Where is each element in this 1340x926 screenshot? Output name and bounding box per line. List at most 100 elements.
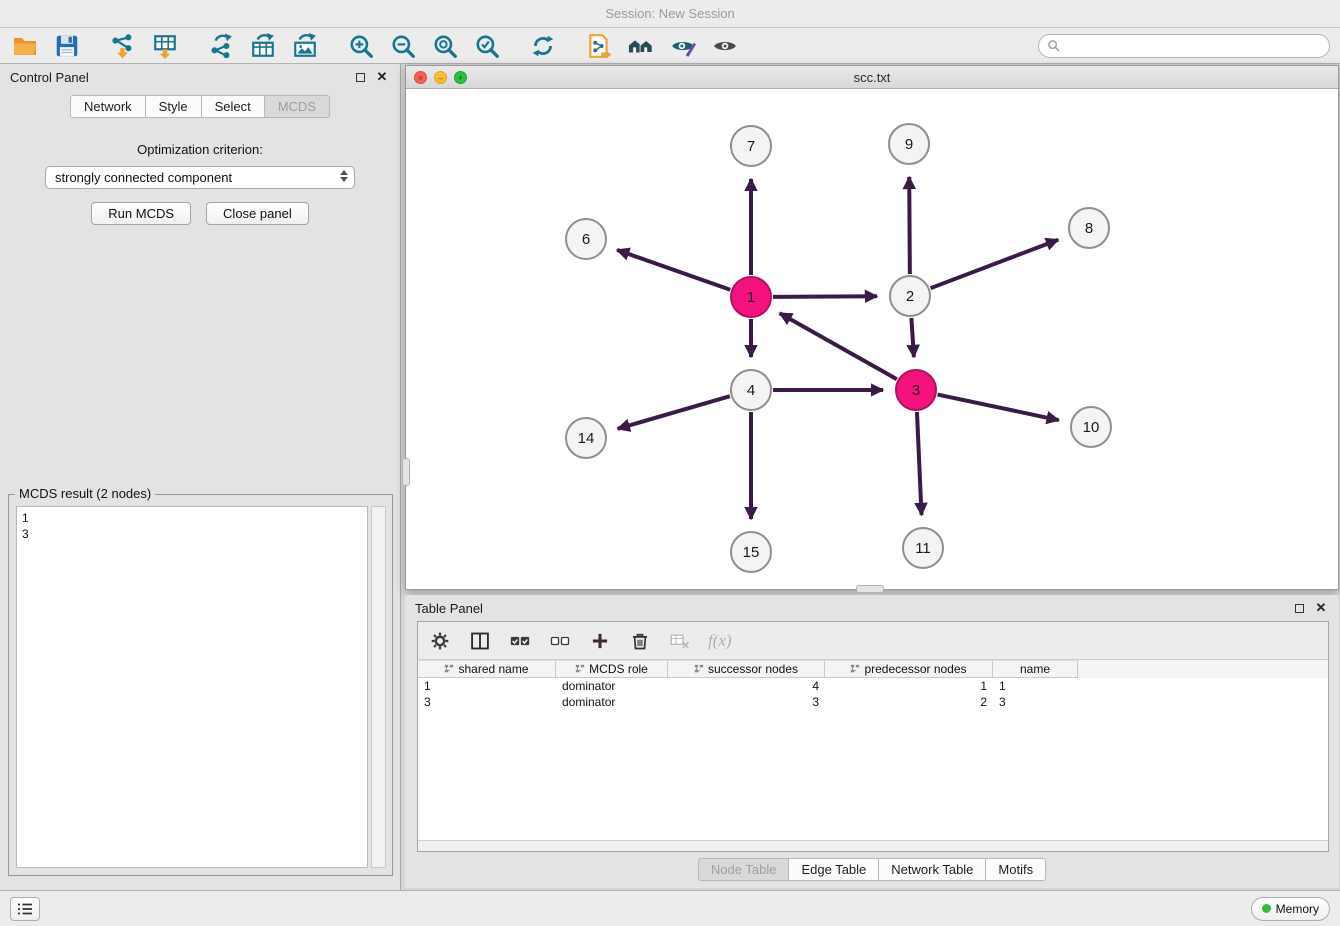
column-header-predecessor-nodes[interactable]: predecessor nodes: [825, 660, 993, 678]
import-network-button[interactable]: [108, 31, 138, 61]
network-canvas[interactable]: 7 9 6 8 1 2 4 3 14 10 15 11: [406, 89, 1338, 589]
search-field[interactable]: [1038, 34, 1330, 58]
edge-2-9[interactable]: [909, 177, 910, 274]
node-14[interactable]: 14: [566, 418, 606, 458]
splitter-grip-bottom[interactable]: [856, 585, 884, 593]
zoom-in-icon: [348, 33, 374, 59]
export-image-button[interactable]: [290, 31, 320, 61]
result-scrollbar[interactable]: [371, 506, 386, 868]
edge-4-14[interactable]: [618, 396, 730, 429]
table-horizontal-scrollbar[interactable]: [418, 840, 1328, 851]
float-panel-button[interactable]: [352, 69, 368, 85]
node-2[interactable]: 2: [890, 276, 930, 316]
export-table-button[interactable]: [248, 31, 278, 61]
table-cell[interactable]: dominator: [556, 678, 668, 694]
edge-1-2[interactable]: [773, 296, 877, 297]
tab-network-table[interactable]: Network Table: [878, 858, 986, 881]
apply-function-button[interactable]: f(x): [708, 631, 732, 651]
export-network-button[interactable]: [206, 31, 236, 61]
node-3[interactable]: 3: [896, 370, 936, 410]
show-graphics-details-button[interactable]: [668, 31, 698, 61]
mcds-result-list[interactable]: 13: [16, 506, 368, 868]
table-row[interactable]: 1dominator411: [418, 678, 1328, 694]
open-session-button[interactable]: [10, 31, 40, 61]
edge-2-8[interactable]: [931, 240, 1059, 288]
table-cell[interactable]: 1: [993, 678, 1078, 694]
memory-button[interactable]: Memory: [1251, 897, 1330, 921]
show-columns-button[interactable]: [468, 629, 492, 653]
tab-select[interactable]: Select: [201, 95, 265, 118]
node-6[interactable]: 6: [566, 219, 606, 259]
node-10[interactable]: 10: [1071, 407, 1111, 447]
clone-network-button[interactable]: [584, 31, 614, 61]
splitter-grip-left[interactable]: [402, 458, 410, 486]
eye-icon: [712, 33, 738, 59]
run-mcds-button[interactable]: Run MCDS: [91, 202, 191, 225]
export-table-icon: [250, 33, 276, 59]
memory-status-icon: [1262, 904, 1271, 913]
tab-network[interactable]: Network: [70, 95, 146, 118]
unselect-all-button[interactable]: [548, 629, 572, 653]
save-session-button[interactable]: [52, 31, 82, 61]
close-table-panel-button[interactable]: ✕: [1313, 600, 1329, 616]
zoom-fit-button[interactable]: [430, 31, 460, 61]
select-all-button[interactable]: [508, 629, 532, 653]
tab-edge-table[interactable]: Edge Table: [788, 858, 879, 881]
table-cell[interactable]: 3: [668, 694, 825, 710]
task-history-button[interactable]: [10, 897, 40, 921]
edge-3-1[interactable]: [780, 313, 897, 379]
close-window-button[interactable]: ×: [414, 71, 427, 84]
minimize-window-button[interactable]: –: [434, 71, 447, 84]
float-table-panel-button[interactable]: [1291, 600, 1307, 616]
table-row[interactable]: 3dominator323: [418, 694, 1328, 710]
zoom-window-button[interactable]: +: [454, 71, 467, 84]
tab-motifs[interactable]: Motifs: [985, 858, 1046, 881]
table-cell[interactable]: 3: [418, 694, 556, 710]
zoom-in-button[interactable]: [346, 31, 376, 61]
network-window-titlebar[interactable]: × – + scc.txt: [406, 66, 1338, 89]
column-header-shared-name[interactable]: shared name: [418, 660, 556, 678]
zoom-selected-button[interactable]: [472, 31, 502, 61]
column-header-name[interactable]: name: [993, 660, 1078, 678]
zoom-out-button[interactable]: [388, 31, 418, 61]
table-settings-button[interactable]: [428, 629, 452, 653]
node-9[interactable]: 9: [889, 124, 929, 164]
delete-table-button[interactable]: [668, 629, 692, 653]
table-cell[interactable]: 1: [825, 678, 993, 694]
control-panel-header: Control Panel ✕: [0, 64, 400, 90]
import-table-button[interactable]: [150, 31, 180, 61]
tab-style[interactable]: Style: [145, 95, 202, 118]
table-cell[interactable]: 4: [668, 678, 825, 694]
close-panel-button[interactable]: ✕: [374, 69, 390, 85]
refresh-button[interactable]: [528, 31, 558, 61]
node-8[interactable]: 8: [1069, 208, 1109, 248]
tab-mcds[interactable]: MCDS: [264, 95, 330, 118]
window-controls: × – +: [414, 71, 467, 84]
table-cell[interactable]: dominator: [556, 694, 668, 710]
node-4[interactable]: 4: [731, 370, 771, 410]
table-cell[interactable]: 3: [993, 694, 1078, 710]
node-1[interactable]: 1: [731, 277, 771, 317]
criterion-select[interactable]: strongly connected component: [45, 166, 355, 189]
table-cell[interactable]: 2: [825, 694, 993, 710]
home-button[interactable]: [626, 31, 656, 61]
node-15[interactable]: 15: [731, 532, 771, 572]
svg-text:8: 8: [1085, 220, 1093, 237]
column-header-successor-nodes[interactable]: successor nodes: [668, 660, 825, 678]
close-panel-button-mcds[interactable]: Close panel: [206, 202, 309, 225]
birds-eye-view-button[interactable]: [710, 31, 740, 61]
add-row-button[interactable]: [588, 629, 612, 653]
edge-1-6[interactable]: [617, 250, 730, 290]
home-icon: [628, 33, 654, 59]
tab-node-table[interactable]: Node Table: [698, 858, 790, 881]
column-header-mcds-role[interactable]: MCDS role: [556, 660, 668, 678]
edge-3-10[interactable]: [938, 395, 1059, 421]
node-7[interactable]: 7: [731, 126, 771, 166]
search-input[interactable]: [1065, 39, 1321, 53]
table-cell[interactable]: 1: [418, 678, 556, 694]
delete-row-button[interactable]: [628, 629, 652, 653]
edge-2-3[interactable]: [911, 318, 913, 357]
edge-3-11[interactable]: [917, 412, 922, 515]
column-type-icon: [444, 664, 454, 674]
node-11[interactable]: 11: [903, 528, 943, 568]
